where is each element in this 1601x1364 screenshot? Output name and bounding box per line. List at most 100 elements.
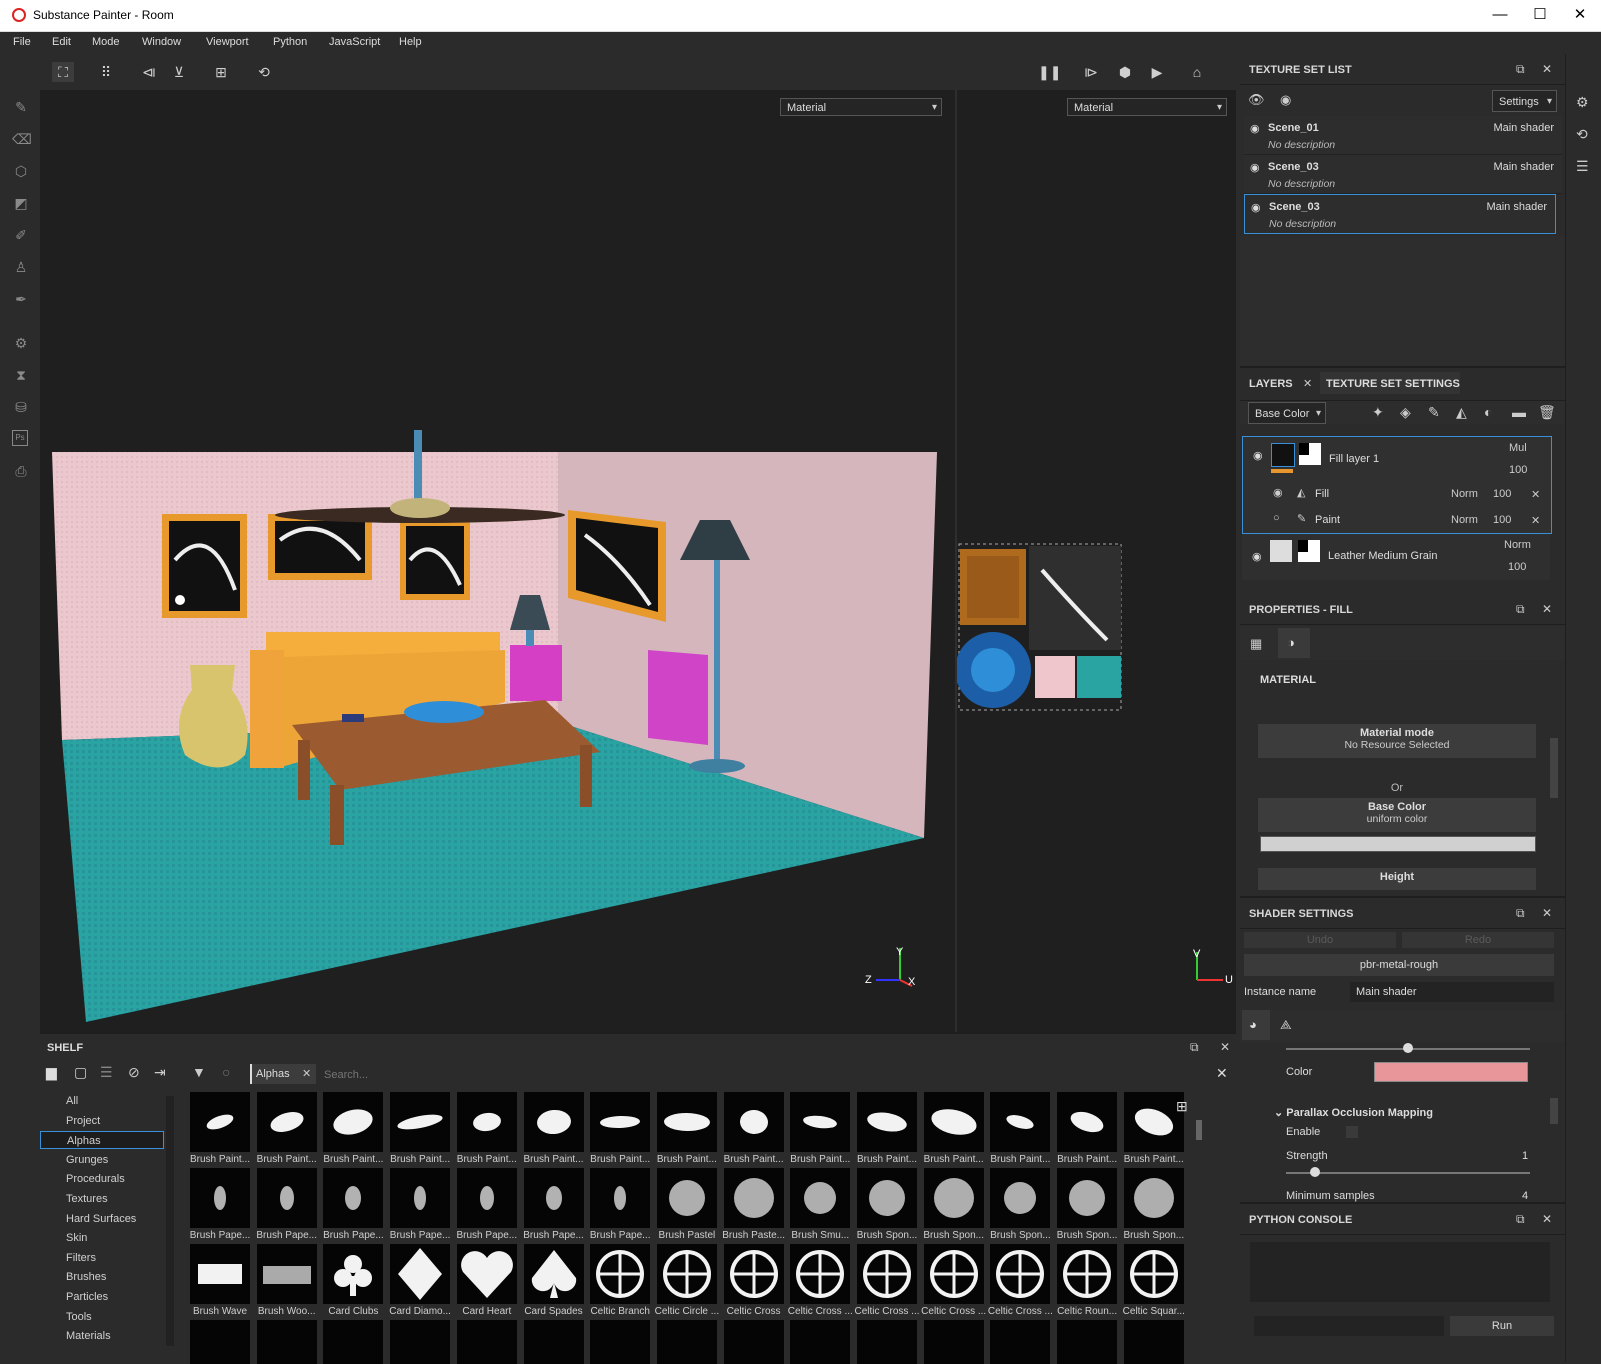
close-icon[interactable]: ✕ bbox=[1542, 602, 1552, 616]
close-icon[interactable]: ✕ bbox=[1542, 62, 1552, 76]
category-item[interactable]: Skin bbox=[40, 1229, 164, 1247]
resource-thumbnail[interactable] bbox=[590, 1092, 651, 1152]
paint-effect-blend[interactable]: Norm bbox=[1451, 514, 1478, 526]
color-picker-icon[interactable]: ✒ bbox=[12, 290, 30, 308]
resource-thumbnail[interactable] bbox=[1123, 1168, 1184, 1228]
category-item[interactable]: Hard Surfaces bbox=[40, 1210, 164, 1228]
leather-layer-opacity[interactable]: 100 bbox=[1508, 561, 1526, 573]
resource-thumbnail[interactable] bbox=[1057, 1168, 1118, 1228]
grid-scrollbar[interactable] bbox=[1196, 1120, 1202, 1140]
shader-scrollbar[interactable] bbox=[1550, 1098, 1558, 1124]
redo-button[interactable]: Redo bbox=[1402, 932, 1554, 948]
close-icon[interactable]: ✕ bbox=[1303, 377, 1312, 390]
resource-thumbnail[interactable] bbox=[857, 1092, 917, 1152]
resource-thumbnail[interactable] bbox=[456, 1092, 517, 1152]
visibility-all-icon[interactable]: 👁 bbox=[1248, 92, 1265, 108]
tab-texture-set-settings[interactable]: TEXTURE SET SETTINGS bbox=[1320, 372, 1460, 394]
resource-thumbnail[interactable] bbox=[323, 1244, 384, 1304]
resource-thumbnail[interactable] bbox=[190, 1092, 250, 1152]
pom-section-title[interactable]: ⌄ Parallax Occlusion Mapping bbox=[1274, 1106, 1433, 1119]
resource-thumbnail[interactable] bbox=[190, 1244, 250, 1304]
menu-file[interactable]: File bbox=[13, 36, 31, 48]
category-item[interactable]: Alphas bbox=[40, 1131, 164, 1150]
resource-thumbnail[interactable] bbox=[723, 1168, 784, 1228]
leather-layer-name[interactable]: Leather Medium Grain bbox=[1328, 550, 1437, 562]
resource-thumbnail[interactable] bbox=[656, 1320, 717, 1364]
strength-slider-track[interactable] bbox=[1286, 1172, 1530, 1174]
resource-thumbnail[interactable] bbox=[990, 1244, 1051, 1304]
resource-thumbnail[interactable] bbox=[323, 1092, 384, 1152]
resource-thumbnail[interactable] bbox=[190, 1168, 250, 1228]
instance-name-field[interactable]: Main shader bbox=[1350, 982, 1554, 1002]
texture-set-item-selected[interactable]: ◉ Scene_03 No description Main shader bbox=[1244, 194, 1556, 234]
resource-thumbnail[interactable] bbox=[923, 1320, 984, 1364]
resource-thumbnail[interactable] bbox=[1057, 1244, 1118, 1304]
undo-button[interactable]: Undo bbox=[1244, 932, 1396, 948]
resource-thumbnail[interactable] bbox=[990, 1168, 1051, 1228]
remove-tag-icon[interactable]: ✕ bbox=[302, 1067, 311, 1080]
viewport-2d[interactable]: Material ▾ V U bbox=[957, 90, 1236, 1032]
menu-python[interactable]: Python bbox=[273, 36, 307, 48]
clear-search-icon[interactable]: ✕ bbox=[1216, 1065, 1228, 1082]
texture-set-shader[interactable]: Main shader bbox=[1486, 201, 1547, 213]
resource-thumbnail[interactable] bbox=[990, 1092, 1051, 1152]
add-folder-icon[interactable]: ▬ bbox=[1512, 404, 1526, 420]
material-sphere-tab[interactable]: ◑ bbox=[1278, 628, 1310, 658]
add-fill-layer-icon[interactable]: ◭ bbox=[1456, 404, 1467, 421]
resource-thumbnail[interactable] bbox=[390, 1168, 451, 1228]
pause-icon[interactable]: ❚❚ bbox=[1038, 62, 1061, 82]
shader-color-swatch[interactable] bbox=[1374, 1062, 1528, 1082]
float-panel-icon[interactable]: ⧉ bbox=[1190, 1040, 1199, 1055]
resource-thumbnail[interactable] bbox=[590, 1320, 651, 1364]
resource-thumbnail[interactable] bbox=[190, 1320, 250, 1364]
leather-layer-blend[interactable]: Norm bbox=[1504, 539, 1531, 551]
smudge-icon[interactable]: ✐ bbox=[12, 226, 30, 244]
log-icon[interactable]: ☰ bbox=[1576, 158, 1589, 175]
shader-select[interactable]: pbr-metal-rough bbox=[1244, 954, 1554, 976]
category-item[interactable]: Project bbox=[40, 1112, 164, 1130]
resource-thumbnail[interactable] bbox=[723, 1244, 784, 1304]
add-frame-icon[interactable]: ⊞ bbox=[210, 62, 232, 82]
split-view-icon[interactable]: ⧐ bbox=[1080, 62, 1102, 82]
resource-thumbnail[interactable] bbox=[790, 1320, 851, 1364]
category-item[interactable]: Filters bbox=[40, 1249, 164, 1267]
camera-icon[interactable]: ▶ bbox=[1146, 62, 1168, 82]
maximize-button[interactable]: ☐ bbox=[1520, 4, 1560, 26]
resource-thumbnail[interactable] bbox=[390, 1320, 451, 1364]
min-samples-value[interactable]: 4 bbox=[1522, 1190, 1528, 1202]
menu-viewport[interactable]: Viewport bbox=[206, 36, 249, 48]
resource-thumbnail[interactable] bbox=[857, 1320, 917, 1364]
menu-window[interactable]: Window bbox=[142, 36, 181, 48]
clone-stamp-icon[interactable]: ♙ bbox=[12, 258, 30, 276]
close-icon[interactable]: ✕ bbox=[1542, 1212, 1552, 1226]
leather-layer-row[interactable]: ◉ Leather Medium Grain Norm 100 bbox=[1242, 534, 1550, 580]
database-icon[interactable]: ☰ bbox=[100, 1064, 113, 1081]
resource-thumbnail[interactable] bbox=[923, 1092, 984, 1152]
fill-effect-blend[interactable]: Norm bbox=[1451, 488, 1478, 500]
paint-brush-icon[interactable]: ✎ bbox=[12, 98, 30, 116]
resource-thumbnail[interactable] bbox=[656, 1244, 717, 1304]
history-icon[interactable]: ⟲ bbox=[253, 62, 275, 82]
float-panel-icon[interactable]: ⧉ bbox=[1516, 62, 1525, 77]
resource-thumbnail[interactable] bbox=[256, 1092, 317, 1152]
properties-scrollbar[interactable] bbox=[1550, 738, 1558, 798]
fill-layer-blend[interactable]: Mul bbox=[1509, 442, 1527, 454]
material-tab-icon[interactable]: ▦ bbox=[1250, 636, 1262, 652]
resource-thumbnail[interactable] bbox=[456, 1168, 517, 1228]
resource-thumbnail[interactable] bbox=[656, 1092, 717, 1152]
texture-set-shader[interactable]: Main shader bbox=[1493, 122, 1554, 134]
photoshop-icon[interactable]: Ps bbox=[12, 430, 28, 446]
fill-layer-opacity[interactable]: 100 bbox=[1509, 464, 1527, 476]
fill-effect-opacity[interactable]: 100 bbox=[1493, 488, 1511, 500]
resource-thumbnail[interactable] bbox=[323, 1168, 384, 1228]
channel-dropdown[interactable]: Base Color ▾ bbox=[1248, 402, 1326, 424]
screenshot-icon[interactable]: ⌂ bbox=[1186, 62, 1208, 82]
resource-thumbnail[interactable] bbox=[1057, 1092, 1118, 1152]
paint-effect-name[interactable]: Paint bbox=[1315, 514, 1340, 526]
slider-handle[interactable] bbox=[1403, 1043, 1413, 1053]
viewport-3d[interactable]: Material ▾ Y Z X bbox=[40, 90, 956, 1032]
projection-icon[interactable]: ⬡ bbox=[12, 162, 30, 180]
folder-icon[interactable]: ▆ bbox=[46, 1064, 57, 1081]
add-mask-icon[interactable]: ◐ bbox=[1484, 404, 1492, 420]
close-icon[interactable]: ✕ bbox=[1542, 906, 1552, 920]
